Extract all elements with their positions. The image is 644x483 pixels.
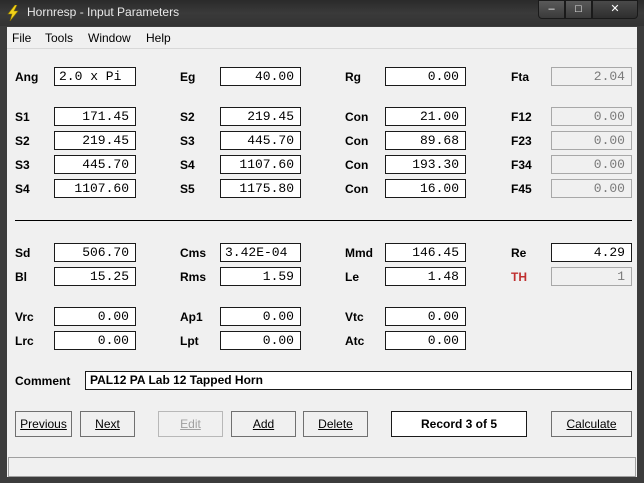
menu-window[interactable]: Window — [88, 31, 131, 45]
menu-file[interactable]: File — [12, 31, 31, 45]
lightning-bolt-icon — [7, 5, 19, 21]
f23-label: F23 — [511, 134, 532, 148]
delete-button[interactable]: Delete — [303, 411, 368, 437]
s3-field[interactable]: 445.70 — [220, 131, 301, 150]
f12-field: 0.00 — [551, 107, 632, 126]
cms-field[interactable]: 3.42E-04 — [220, 243, 301, 262]
f34-field: 0.00 — [551, 155, 632, 174]
menu-help[interactable]: Help — [146, 31, 171, 45]
s5-label: S5 — [180, 182, 195, 196]
atc-field[interactable]: 0.00 — [385, 331, 466, 350]
window-title: Hornresp - Input Parameters — [27, 5, 180, 19]
s2-left-label: S2 — [15, 134, 30, 148]
ap1-field[interactable]: 0.00 — [220, 307, 301, 326]
f12-label: F12 — [511, 110, 532, 124]
menu-tools[interactable]: Tools — [45, 31, 73, 45]
vtc-label: Vtc — [345, 310, 364, 324]
atc-label: Atc — [345, 334, 365, 348]
fta-field: 2.04 — [551, 67, 632, 86]
rg-field[interactable]: 0.00 — [385, 67, 466, 86]
minimize-icon: – — [548, 3, 555, 15]
hornresp-window: Hornresp - Input Parameters – □ ✕ File T… — [0, 0, 644, 483]
le-label: Le — [345, 270, 360, 284]
vrc-field[interactable]: 0.00 — [54, 307, 136, 326]
ap1-label: Ap1 — [180, 310, 203, 324]
s1-field[interactable]: 171.45 — [54, 107, 136, 126]
mmd-label: Mmd — [345, 246, 373, 260]
s4-left-label: S4 — [15, 182, 30, 196]
th-label[interactable]: TH — [511, 270, 527, 284]
s4-label: S4 — [180, 158, 195, 172]
ang-field[interactable]: 2.0 x Pi — [54, 67, 136, 86]
cms-label: Cms — [180, 246, 207, 260]
edit-button[interactable]: Edit — [158, 411, 223, 437]
lrc-label: Lrc — [15, 334, 34, 348]
section-divider — [15, 220, 632, 221]
close-button[interactable]: ✕ — [592, 0, 638, 19]
con4-field[interactable]: 16.00 — [385, 179, 466, 198]
next-button[interactable]: Next — [80, 411, 135, 437]
rms-label: Rms — [180, 270, 207, 284]
comment-label: Comment — [15, 374, 71, 388]
rg-label: Rg — [345, 70, 361, 84]
con2-field[interactable]: 89.68 — [385, 131, 466, 150]
close-icon: ✕ — [610, 3, 620, 15]
con1-field[interactable]: 21.00 — [385, 107, 466, 126]
fta-label: Fta — [511, 70, 529, 84]
con1-label: Con — [345, 110, 369, 124]
previous-button[interactable]: Previous — [15, 411, 72, 437]
maximize-icon: □ — [575, 3, 582, 15]
con2-label: Con — [345, 134, 369, 148]
con3-label: Con — [345, 158, 369, 172]
vtc-field[interactable]: 0.00 — [385, 307, 466, 326]
add-button[interactable]: Add — [231, 411, 296, 437]
sd-field[interactable]: 506.70 — [54, 243, 136, 262]
re-label: Re — [511, 246, 527, 260]
le-field[interactable]: 1.48 — [385, 267, 466, 286]
s2-left-field[interactable]: 219.45 — [54, 131, 136, 150]
record-indicator: Record 3 of 5 — [391, 411, 527, 437]
s1-label: S1 — [15, 110, 30, 124]
ang-label: Ang — [15, 70, 39, 84]
eg-label: Eg — [180, 70, 196, 84]
bl-field[interactable]: 15.25 — [54, 267, 136, 286]
title-bar: Hornresp - Input Parameters – □ ✕ — [0, 0, 644, 26]
con3-field[interactable]: 193.30 — [385, 155, 466, 174]
re-field[interactable]: 4.29 — [551, 243, 632, 262]
comment-field[interactable]: PAL12 PA Lab 12 Tapped Horn — [85, 371, 632, 390]
s4-left-field[interactable]: 1107.60 — [54, 179, 136, 198]
bl-label: Bl — [15, 270, 27, 284]
status-bar — [8, 457, 636, 477]
input-parameters-panel: File Tools Window Help Ang 2.0 x Pi Eg 4… — [7, 27, 637, 477]
th-field: 1 — [551, 267, 632, 286]
calculate-button[interactable]: Calculate — [551, 411, 632, 437]
lpt-label: Lpt — [180, 334, 199, 348]
s3-left-label: S3 — [15, 158, 30, 172]
eg-field[interactable]: 40.00 — [220, 67, 301, 86]
f23-field: 0.00 — [551, 131, 632, 150]
lpt-field[interactable]: 0.00 — [220, 331, 301, 350]
s2-label: S2 — [180, 110, 195, 124]
minimize-button[interactable]: – — [538, 0, 565, 19]
menu-bar: File Tools Window Help — [7, 27, 637, 49]
s4-field[interactable]: 1107.60 — [220, 155, 301, 174]
lrc-field[interactable]: 0.00 — [54, 331, 136, 350]
rms-field[interactable]: 1.59 — [220, 267, 301, 286]
s5-field[interactable]: 1175.80 — [220, 179, 301, 198]
con4-label: Con — [345, 182, 369, 196]
f45-field: 0.00 — [551, 179, 632, 198]
s3-label: S3 — [180, 134, 195, 148]
f45-label: F45 — [511, 182, 532, 196]
s3-left-field[interactable]: 445.70 — [54, 155, 136, 174]
maximize-button[interactable]: □ — [565, 0, 592, 19]
f34-label: F34 — [511, 158, 532, 172]
mmd-field[interactable]: 146.45 — [385, 243, 466, 262]
sd-label: Sd — [15, 246, 31, 260]
s2-field[interactable]: 219.45 — [220, 107, 301, 126]
vrc-label: Vrc — [15, 310, 34, 324]
